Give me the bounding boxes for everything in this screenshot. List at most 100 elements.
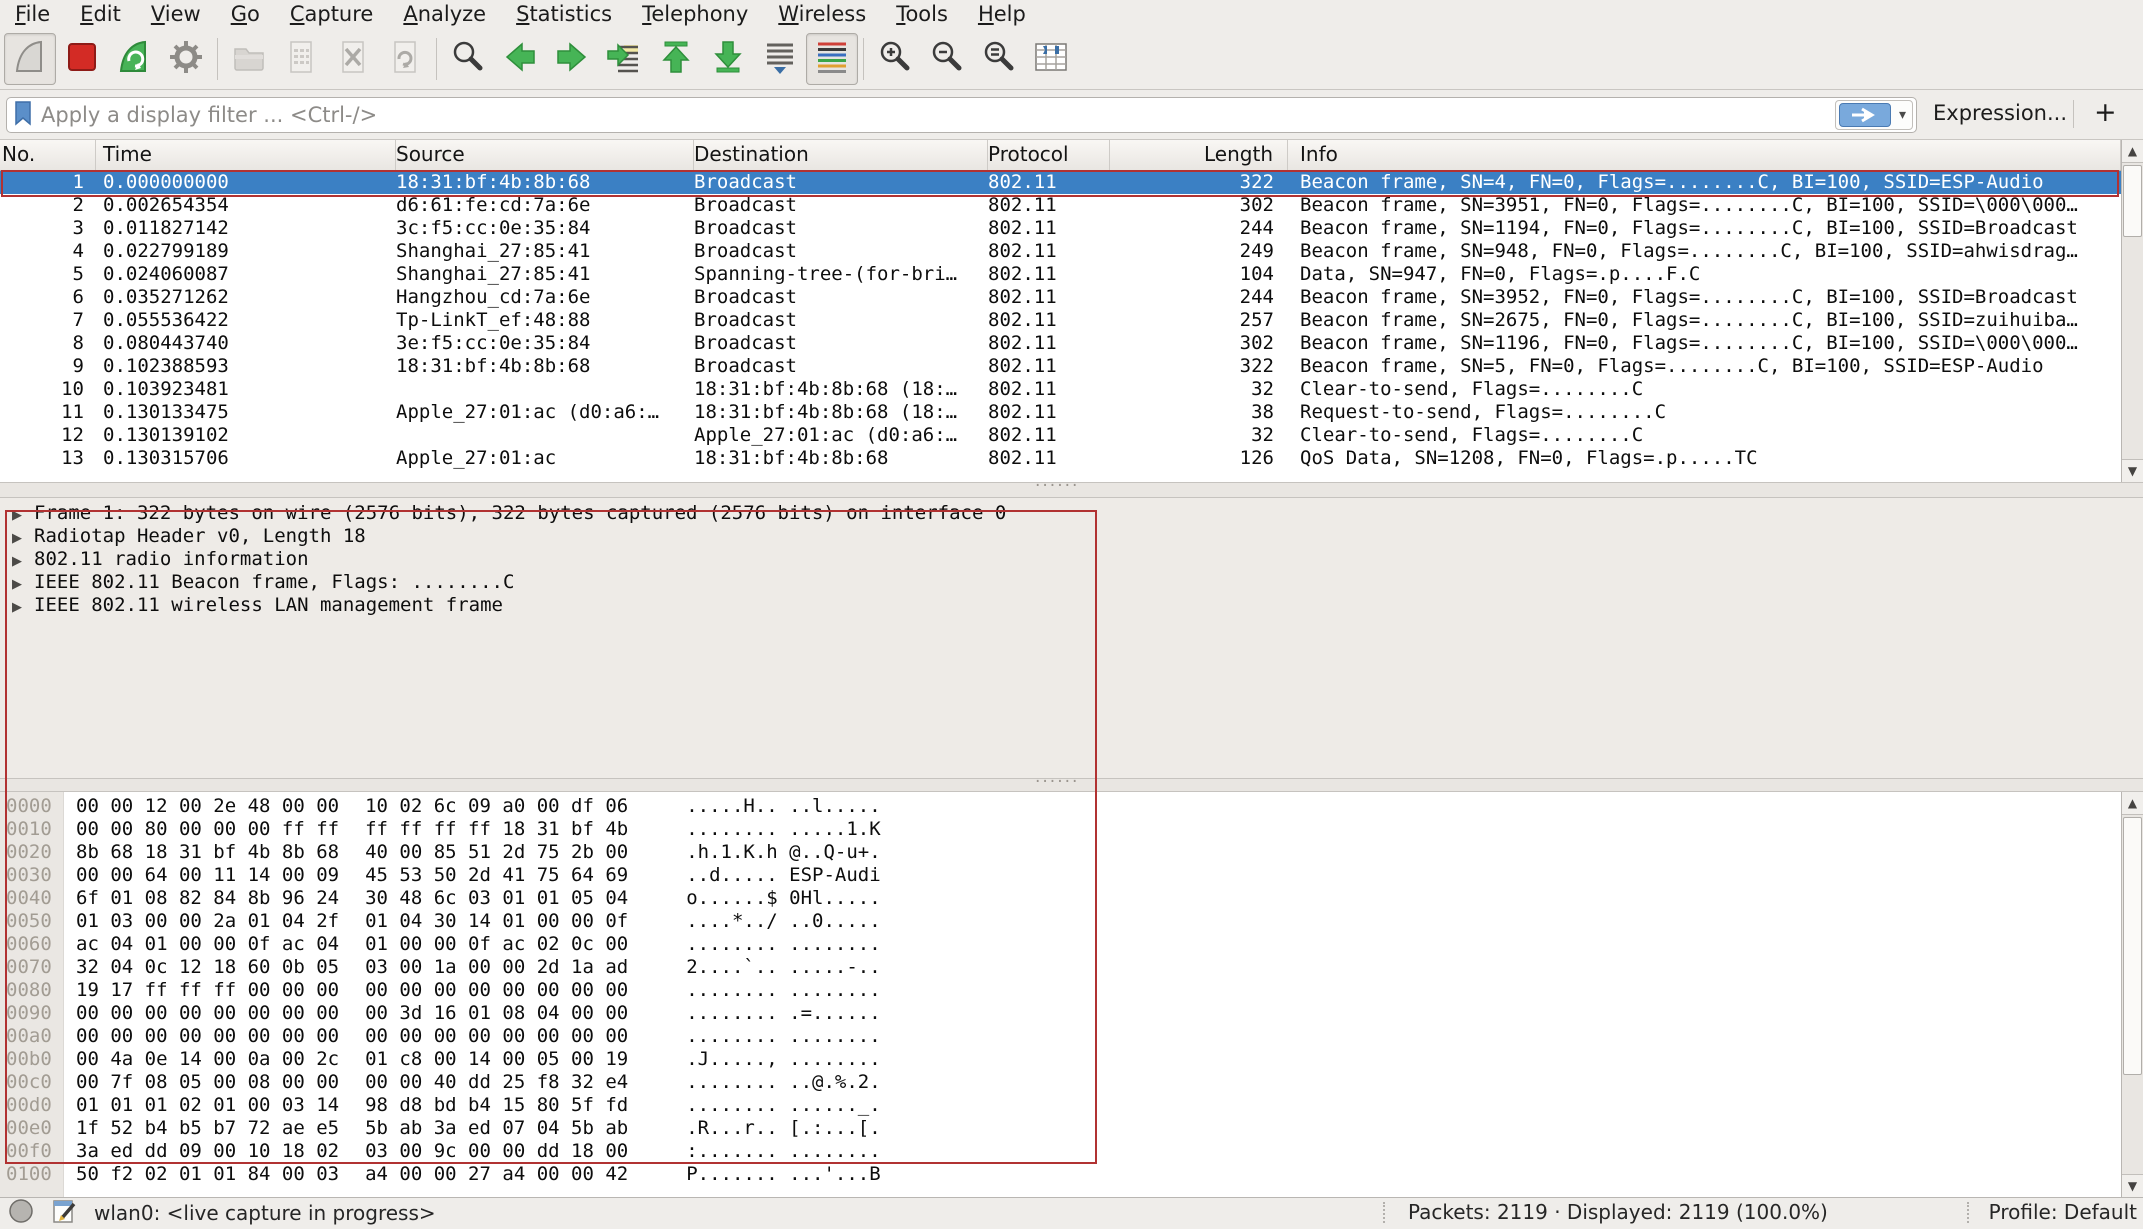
column-header-source[interactable]: Source [396,140,694,170]
go-to-last-button[interactable] [702,33,754,85]
open-file-button[interactable] [223,33,275,85]
hex-row[interactable]: 0040 6f 01 08 82 84 8b 96 24 30 48 6c 03… [0,887,2100,910]
hex-row[interactable]: 00f0 3a ed dd 09 00 10 18 02 03 00 9c 00… [0,1140,2100,1163]
hex-row[interactable]: 0100 50 f2 02 01 01 84 00 03 a4 00 00 27… [0,1163,2100,1186]
hex-scrollbar[interactable]: ▲ ▼ [2121,792,2143,1197]
scrollbar-thumb[interactable] [2123,165,2142,237]
auto-scroll-button[interactable] [754,33,806,85]
resize-columns-button[interactable] [1025,33,1077,85]
packet-row[interactable]: 1 0.000000000 18:31:bf:4b:8b:68 Broadcas… [0,171,2121,194]
hex-row[interactable]: 0090 00 00 00 00 00 00 00 00 00 3d 16 01… [0,1002,2100,1025]
pane-splitter[interactable]: ······ [0,778,2143,792]
capture-options-button[interactable] [160,33,212,85]
menu-item[interactable]: Capture [275,1,389,28]
arrow-right-icon [552,37,592,81]
hex-row[interactable]: 0020 8b 68 18 31 bf 4b 8b 68 40 00 85 51… [0,841,2100,864]
expand-arrow-icon[interactable]: ▶ [12,527,34,550]
menu-item[interactable]: Telephony [627,1,763,28]
detail-line[interactable]: ▶Radiotap Header v0, Length 18 [0,525,2143,548]
reload-file-button[interactable] [379,33,431,85]
expression-button[interactable]: Expression... [1933,101,2067,125]
column-header-length[interactable]: Length [1110,140,1288,170]
go-to-packet-button[interactable] [598,33,650,85]
packet-row[interactable]: 3 0.011827142 3c:f5:cc:0e:35:84 Broadcas… [0,217,2121,240]
expert-info-icon[interactable] [8,1198,34,1229]
column-header-time[interactable]: Time [96,140,396,170]
zoom-out-button[interactable] [921,33,973,85]
menu-item[interactable]: Wireless [763,1,881,28]
packet-row[interactable]: 2 0.002654354 d6:61:fe:cd:7a:6e Broadcas… [0,194,2121,217]
scrollbar-thumb[interactable] [2123,817,2142,1075]
hex-row[interactable]: 00c0 00 7f 08 05 00 08 00 00 00 00 40 dd… [0,1071,2100,1094]
hex-row[interactable]: 00a0 00 00 00 00 00 00 00 00 00 00 00 00… [0,1025,2100,1048]
start-capture-button[interactable] [4,33,56,85]
hex-row[interactable]: 0000 00 00 12 00 2e 48 00 00 10 02 6c 09… [0,795,2100,818]
hex-row[interactable]: 00b0 00 4a 0e 14 00 0a 00 2c 01 c8 00 14… [0,1048,2100,1071]
column-header-no[interactable]: No. [0,140,96,170]
column-header-protocol[interactable]: Protocol [988,140,1110,170]
filter-bookmark-icon[interactable] [13,100,33,130]
go-to-first-button[interactable] [650,33,702,85]
display-filter-input[interactable]: Apply a display filter ... <Ctrl-/> ▾ [6,97,1917,133]
stop-capture-button[interactable] [56,33,108,85]
hex-row[interactable]: 00e0 1f 52 b4 b5 b7 72 ae e5 5b ab 3a ed… [0,1117,2100,1140]
restart-capture-button[interactable] [108,33,160,85]
hex-row[interactable]: 0010 00 00 80 00 00 00 ff ff ff ff ff ff… [0,818,2100,841]
packet-row[interactable]: 4 0.022799189 Shanghai_27:85:41 Broadcas… [0,240,2121,263]
menu-item[interactable]: View [136,1,216,28]
menu-item[interactable]: Help [963,1,1041,28]
add-filter-button[interactable]: + [2094,97,2117,128]
find-packet-button[interactable] [442,33,494,85]
expand-arrow-icon[interactable]: ▶ [12,596,34,619]
menu-item[interactable]: Edit [65,1,136,28]
zoom-in-button[interactable] [869,33,921,85]
menu-item[interactable]: Analyze [388,1,501,28]
filterbar-separator [2073,100,2074,128]
hex-row[interactable]: 00d0 01 01 01 02 01 00 03 14 98 d8 bd b4… [0,1094,2100,1117]
packet-source [396,378,694,401]
packet-row[interactable]: 8 0.080443740 3e:f5:cc:0e:35:84 Broadcas… [0,332,2121,355]
menu-item[interactable]: Statistics [501,1,627,28]
packet-row[interactable]: 11 0.130133475 Apple_27:01:ac (d0:a6:… 1… [0,401,2121,424]
packet-row[interactable]: 13 0.130315706 Apple_27:01:ac 18:31:bf:4… [0,447,2121,470]
go-back-button[interactable] [494,33,546,85]
scroll-up-arrow[interactable]: ▲ [2122,140,2143,163]
packet-row[interactable]: 10 0.103923481 18:31:bf:4b:8b:68 (18:… 8… [0,378,2121,401]
packet-list-scrollbar[interactable]: ▲ ▼ [2121,140,2143,482]
expand-arrow-icon[interactable]: ▶ [12,550,34,573]
packet-row[interactable]: 6 0.035271262 Hangzhou_cd:7a:6e Broadcas… [0,286,2121,309]
close-file-button[interactable] [327,33,379,85]
detail-line[interactable]: ▶802.11 radio information [0,548,2143,571]
filter-dropdown-caret[interactable]: ▾ [1899,107,1906,123]
pane-splitter[interactable]: ······ [0,482,2143,498]
detail-line[interactable]: ▶IEEE 802.11 wireless LAN management fra… [0,594,2143,617]
zoom-reset-button[interactable] [973,33,1025,85]
hex-row[interactable]: 0070 32 04 0c 12 18 60 0b 05 03 00 1a 00… [0,956,2100,979]
menu-item[interactable]: File [0,1,65,28]
capture-comment-icon[interactable] [52,1198,80,1229]
hex-row[interactable]: 0030 00 00 64 00 11 14 00 09 45 53 50 2d… [0,864,2100,887]
save-file-button[interactable] [275,33,327,85]
expand-arrow-icon[interactable]: ▶ [12,504,34,527]
profile-text[interactable]: Profile: Default [1989,1200,2137,1224]
column-header-destination[interactable]: Destination [694,140,988,170]
packet-row[interactable]: 9 0.102388593 18:31:bf:4b:8b:68 Broadcas… [0,355,2121,378]
expand-arrow-icon[interactable]: ▶ [12,573,34,596]
scroll-down-arrow[interactable]: ▼ [2122,1174,2143,1197]
detail-line[interactable]: ▶Frame 1: 322 bytes on wire (2576 bits),… [0,502,2143,525]
colorize-button[interactable] [806,33,858,85]
menu-item[interactable]: Tools [881,1,963,28]
scroll-up-arrow[interactable]: ▲ [2122,792,2143,815]
packet-row[interactable]: 7 0.055536422 Tp-LinkT_ef:48:88 Broadcas… [0,309,2121,332]
packet-row[interactable]: 12 0.130139102 Apple_27:01:ac (d0:a6:… 8… [0,424,2121,447]
go-forward-button[interactable] [546,33,598,85]
menu-item[interactable]: Go [216,1,275,28]
hex-row[interactable]: 0080 19 17 ff ff ff 00 00 00 00 00 00 00… [0,979,2100,1002]
apply-filter-button[interactable] [1839,103,1891,127]
scroll-down-arrow[interactable]: ▼ [2122,459,2143,482]
detail-line[interactable]: ▶IEEE 802.11 Beacon frame, Flags: ......… [0,571,2143,594]
hex-row[interactable]: 0050 01 03 00 00 2a 01 04 2f 01 04 30 14… [0,910,2100,933]
packet-row[interactable]: 5 0.024060087 Shanghai_27:85:41 Spanning… [0,263,2121,286]
column-header-info[interactable]: Info [1288,140,2121,170]
hex-row[interactable]: 0060 ac 04 01 00 00 0f ac 04 01 00 00 0f… [0,933,2100,956]
